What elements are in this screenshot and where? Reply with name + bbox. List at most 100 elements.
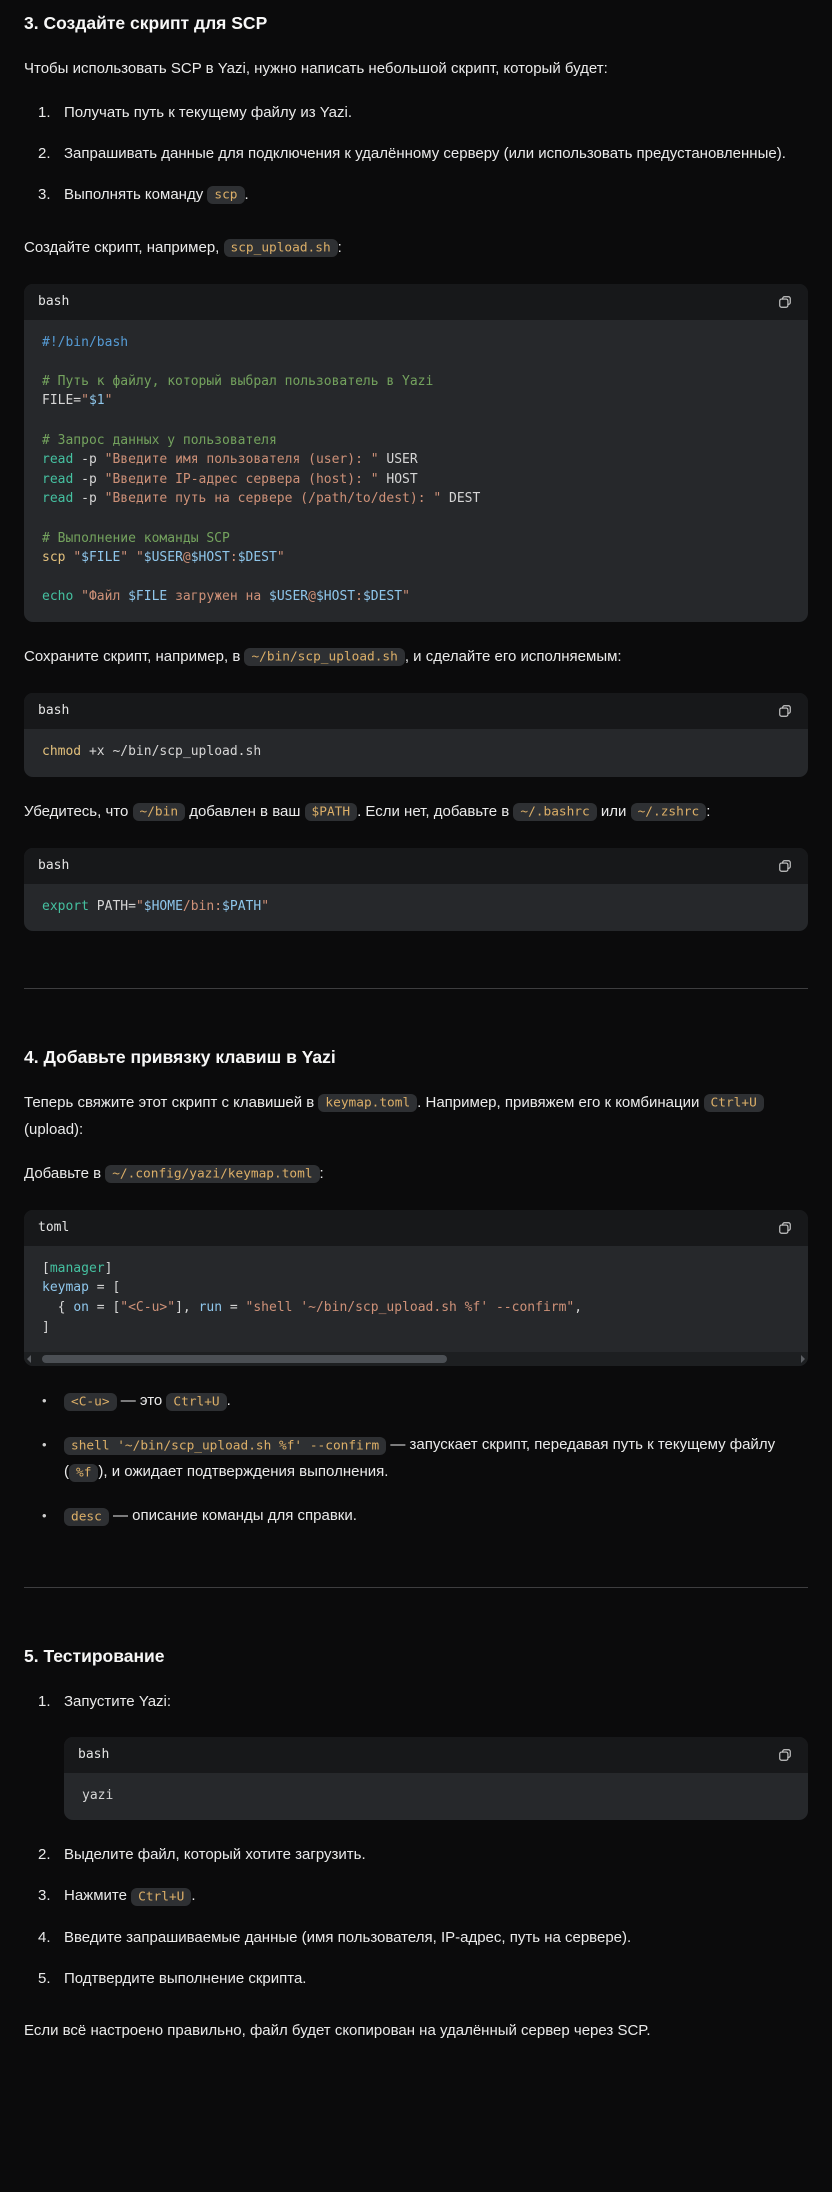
list-item: Запрашивать данные для подключения к уда… [38, 141, 808, 167]
code-line [42, 568, 790, 588]
horizontal-scrollbar[interactable] [24, 1352, 808, 1366]
inline-code: Ctrl+U [131, 1888, 191, 1906]
inline-code: ~/bin/scp_upload.sh [244, 648, 404, 666]
code-line [42, 411, 790, 431]
code-lang-label: bash [38, 703, 69, 718]
code-lang-label: bash [78, 1742, 109, 1768]
list-item: shell '~/bin/scp_upload.sh %f' --confirm… [40, 1432, 808, 1486]
step-text: Запустите Yazi: [64, 1693, 171, 1710]
code-line: # Запрос данных у пользователя [42, 431, 790, 451]
path-note-paragraph: Убедитесь, что ~/bin добавлен в ваш $PAT… [24, 799, 808, 826]
code-line: chmod +x ~/bin/scp_upload.sh [42, 742, 790, 762]
code-line: scp "$FILE" "$USER@$HOST:$DEST" [42, 548, 790, 568]
code-line: read -p "Введите имя пользователя (user)… [42, 450, 790, 470]
code-content: export PATH="$HOME/bin:$PATH" [24, 884, 808, 932]
section-3-intro: Чтобы использовать SCP в Yazi, нужно нап… [24, 56, 808, 82]
inline-code: ~/.zshrc [631, 803, 707, 821]
code-line: FILE="$1" [42, 391, 790, 411]
copy-icon [778, 1748, 792, 1762]
code-line: echo "Файл $FILE загружен на $USER@$HOST… [42, 587, 790, 607]
code-line: read -p "Введите путь на сервере (/path/… [42, 489, 790, 509]
create-script-paragraph: Создайте скрипт, например, scp_upload.sh… [24, 235, 808, 262]
inline-code: Ctrl+U [166, 1393, 226, 1411]
section-3-heading: 3. Создайте скрипт для SCP [24, 12, 808, 36]
list-item: Выполнять команду scp. [38, 182, 808, 209]
code-line: #!/bin/bash [42, 333, 790, 353]
code-content: chmod +x ~/bin/scp_upload.sh [24, 729, 808, 777]
code-content: yazi [64, 1773, 808, 1821]
copy-icon [778, 704, 792, 718]
code-line: ] [42, 1318, 790, 1338]
code-content: #!/bin/bash # Путь к файлу, который выбр… [24, 320, 808, 622]
section-4-heading: 4. Добавьте привязку клавиш в Yazi [24, 1046, 808, 1070]
assistant-message: 3. Создайте скрипт для SCP Чтобы использ… [24, 12, 808, 2044]
inline-code: scp_upload.sh [224, 239, 338, 257]
list-item: Запустите Yazi: bash yazi [38, 1689, 808, 1821]
inline-code: Ctrl+U [704, 1094, 764, 1112]
code-header: bash [24, 284, 808, 320]
code-line: export PATH="$HOME/bin:$PATH" [42, 897, 790, 917]
copy-button[interactable] [776, 1746, 794, 1764]
code-line: read -p "Введите IP-адрес сервера (host)… [42, 470, 790, 490]
code-line: yazi [82, 1786, 790, 1806]
inline-code: scp [207, 186, 244, 204]
code-line: # Выполнение команды SCP [42, 529, 790, 549]
code-content: [manager]keymap = [ { on = ["<C-u>"], ru… [24, 1246, 808, 1352]
code-lang-label: bash [38, 858, 69, 873]
inline-code: desc [64, 1508, 109, 1526]
keybind-intro-paragraph: Теперь свяжите этот скрипт с клавишей в … [24, 1090, 808, 1143]
code-block-upload-script: bash #!/bin/bash # Путь к файлу, который… [24, 284, 808, 622]
code-lang-label: bash [38, 294, 69, 309]
list-item: desc — описание команды для справки. [40, 1503, 808, 1530]
code-line: keymap = [ [42, 1278, 790, 1298]
list-item: Нажмите Ctrl+U. [38, 1883, 808, 1910]
scrollbar-thumb[interactable] [42, 1355, 447, 1363]
list-item: Выделите файл, который хотите загрузить. [38, 1842, 808, 1868]
section-5-heading: 5. Тестирование [24, 1645, 808, 1669]
closing-note: Если всё настроено правильно, файл будет… [24, 2018, 808, 2044]
copy-button[interactable] [776, 857, 794, 875]
list-item: <C-u> — это Ctrl+U. [40, 1388, 808, 1415]
code-line: # Путь к файлу, который выбрал пользоват… [42, 372, 790, 392]
inline-code: $PATH [305, 803, 358, 821]
code-block-yazi: bash yazi [64, 1737, 808, 1821]
scrollbar-rail[interactable] [34, 1355, 798, 1363]
code-header: toml [24, 1210, 808, 1246]
assistant-message-body: { "theme": { "background": "#0b0b0c", "t… [0, 0, 832, 2192]
copy-icon [778, 859, 792, 873]
script-requirements-list: Получать путь к текущему файлу из Yazi. … [24, 100, 808, 209]
testing-steps-list: Запустите Yazi: bash yazi Выделите файл,… [24, 1689, 808, 1993]
copy-icon [778, 295, 792, 309]
copy-icon [778, 1221, 792, 1235]
add-to-paragraph: Добавьте в ~/.config/yazi/keymap.toml: [24, 1161, 808, 1188]
copy-button[interactable] [776, 1219, 794, 1237]
copy-button[interactable] [776, 293, 794, 311]
save-script-paragraph: Сохраните скрипт, например, в ~/bin/scp_… [24, 644, 808, 671]
inline-code: shell '~/bin/scp_upload.sh %f' --confirm [64, 1437, 386, 1455]
keymap-explanation-list: <C-u> — это Ctrl+U. shell '~/bin/scp_upl… [24, 1388, 808, 1530]
code-line [42, 509, 790, 529]
inline-code: <C-u> [64, 1393, 117, 1411]
code-line: [manager] [42, 1259, 790, 1279]
code-line [42, 352, 790, 372]
code-block-chmod: bash chmod +x ~/bin/scp_upload.sh [24, 693, 808, 777]
section-divider [24, 1587, 808, 1588]
section-divider [24, 988, 808, 989]
scroll-left-arrow[interactable] [27, 1355, 31, 1363]
inline-code: ~/.config/yazi/keymap.toml [105, 1165, 319, 1183]
list-item: Введите запрашиваемые данные (имя пользо… [38, 1925, 808, 1951]
code-block-export-path: bash export PATH="$HOME/bin:$PATH" [24, 848, 808, 932]
code-lang-label: toml [38, 1220, 69, 1235]
code-block-keymap: toml [manager]keymap = [ { on = ["<C-u>"… [24, 1210, 808, 1366]
scroll-right-arrow[interactable] [801, 1355, 805, 1363]
copy-button[interactable] [776, 702, 794, 720]
inline-code: keymap.toml [318, 1094, 417, 1112]
code-line: { on = ["<C-u>"], run = "shell '~/bin/sc… [42, 1298, 790, 1318]
inline-code: ~/bin [133, 803, 186, 821]
list-item: Подтвердите выполнение скрипта. [38, 1966, 808, 1992]
inline-code: %f [69, 1464, 98, 1482]
code-header: bash [24, 693, 808, 729]
inline-code: ~/.bashrc [513, 803, 596, 821]
list-item: Получать путь к текущему файлу из Yazi. [38, 100, 808, 126]
code-header: bash [64, 1737, 808, 1773]
